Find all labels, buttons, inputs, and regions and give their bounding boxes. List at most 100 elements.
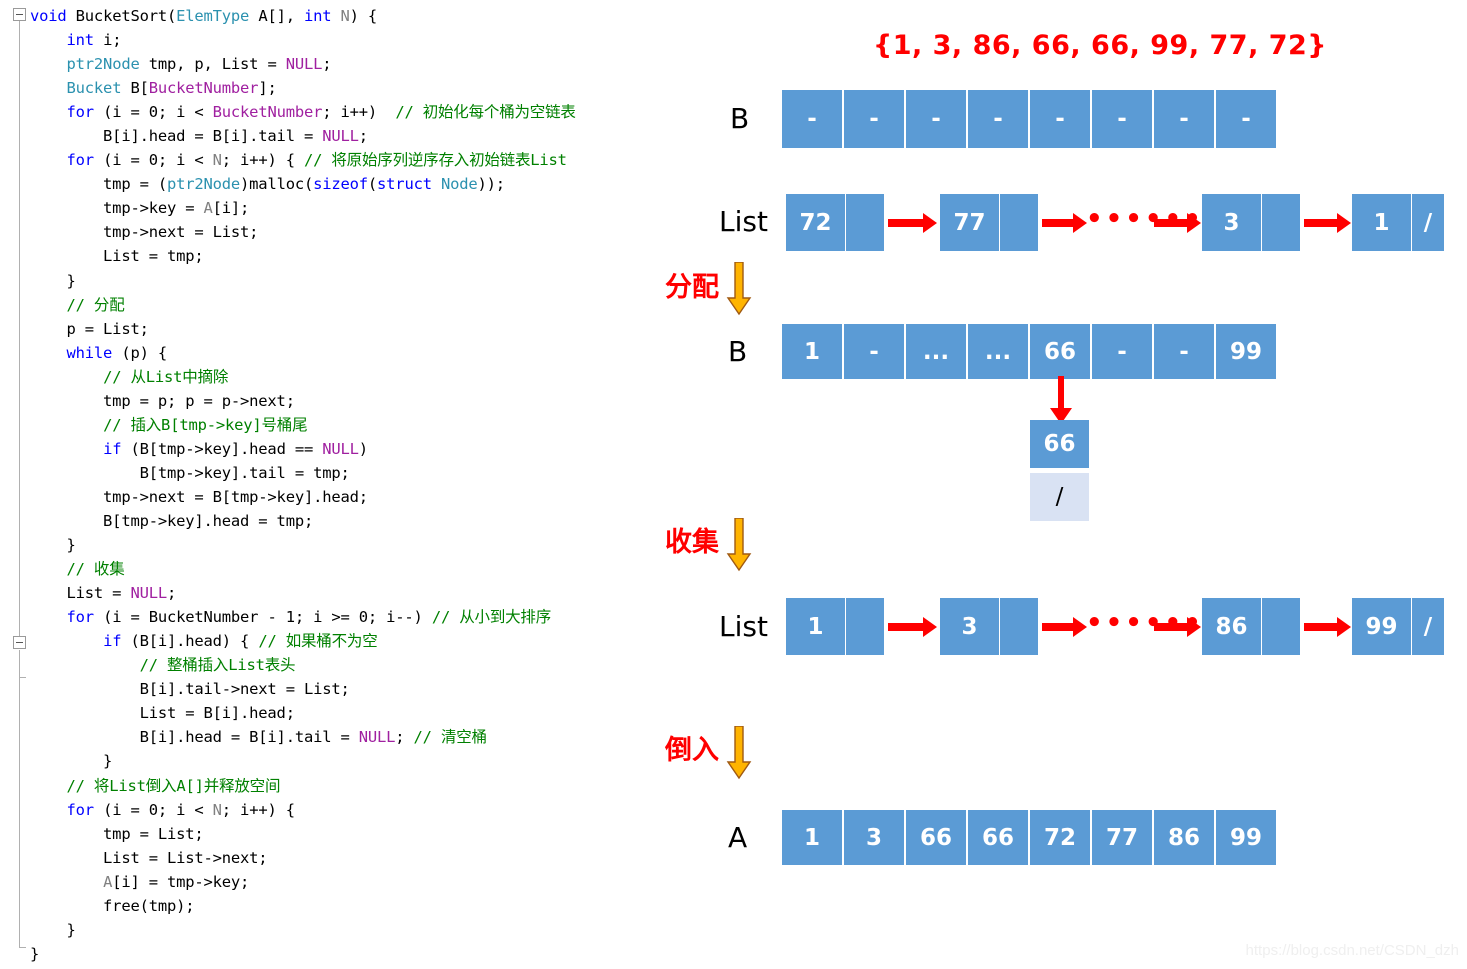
sorted-node-value-2: 86 xyxy=(1202,598,1261,655)
list-node-terminator: / xyxy=(1412,194,1444,251)
sorted-arrow-3 xyxy=(1304,617,1351,637)
code-line: free(tmp); xyxy=(30,896,195,915)
bucket-cell-3: - xyxy=(968,90,1028,148)
code-editor-pane: void BucketSort(ElemType A[], int N) { i… xyxy=(0,0,720,969)
bucket-row-initial-label: B xyxy=(730,102,750,135)
bucket-cell-0: - xyxy=(782,90,842,148)
code-line: List = tmp; xyxy=(30,247,204,266)
bucket-chain-node-value: 66 xyxy=(1030,420,1089,468)
code-line: B[tmp->key].head = tmp; xyxy=(30,511,314,530)
bucket-cell-1: - xyxy=(844,90,904,148)
code-line: B[i].head = B[i].tail = NULL; // 清空桶 xyxy=(30,728,487,747)
list-arrow-2 xyxy=(1154,213,1201,233)
fold-tick xyxy=(19,677,26,678)
code-line: } xyxy=(30,271,76,290)
bucket-cell-7: - xyxy=(1216,90,1276,148)
sorted-node-value-3: 99 xyxy=(1352,598,1411,655)
bucket-filled-cell-2: ... xyxy=(906,324,966,379)
bucket-cell-5: - xyxy=(1092,90,1152,148)
list-node-value-3: 1 xyxy=(1352,194,1411,251)
bucket-cell-6: - xyxy=(1154,90,1214,148)
code-line: ptr2Node tmp, p, List = NULL; xyxy=(66,55,332,74)
code-line: B[i].tail->next = List; xyxy=(30,680,350,699)
code-line: for (i = 0; i < N; i++) { xyxy=(66,800,296,819)
input-sequence-title: {1, 3, 86, 66, 66, 99, 77, 72} xyxy=(872,30,1328,61)
bucket-filled-cell-4: 66 xyxy=(1030,324,1090,379)
array-cell-6: 86 xyxy=(1154,810,1214,865)
fold-line-outer-lower xyxy=(19,650,20,948)
list-node-pointer-0 xyxy=(846,194,884,251)
array-cell-4: 72 xyxy=(1030,810,1090,865)
code-line: List = List->next; xyxy=(30,848,268,867)
code-line: } xyxy=(30,944,40,963)
code-line: // 将List倒入A[]并释放空间 xyxy=(66,776,281,795)
bucket-filled-cell-3: ... xyxy=(968,324,1028,379)
sorted-node-pointer-1 xyxy=(1000,598,1038,655)
list-arrow-1 xyxy=(1042,213,1087,233)
code-line: B[tmp->key].tail = tmp; xyxy=(30,463,350,482)
list-arrow-3 xyxy=(1304,213,1351,233)
sorted-node-value-1: 3 xyxy=(940,598,999,655)
code-line: tmp->next = B[tmp->key].head; xyxy=(30,487,368,506)
step-pour-arrow-icon xyxy=(726,726,752,780)
sorted-node-pointer-0 xyxy=(846,598,884,655)
code-line: tmp = List; xyxy=(30,824,204,843)
code-line: tmp->key = A[i]; xyxy=(30,199,250,218)
list-node-value-2: 3 xyxy=(1202,194,1261,251)
array-cell-7: 99 xyxy=(1216,810,1276,865)
code-line: void BucketSort(ElemType A[], int N) { xyxy=(30,7,378,25)
code-line: Bucket B[BucketNumber]; xyxy=(66,79,277,98)
step-collect-arrow-icon xyxy=(726,518,752,572)
code-line: for (i = 0; i < N; i++) { // 将原始序列逆序存入初始… xyxy=(66,151,567,170)
fold-toggle-function[interactable] xyxy=(13,8,26,21)
sorted-node-terminator: / xyxy=(1412,598,1444,655)
array-cell-5: 77 xyxy=(1092,810,1152,865)
code-line: List = NULL; xyxy=(30,584,177,603)
code-line: // 整桶插入List表头 xyxy=(139,656,296,675)
list-node-pointer-1 xyxy=(1000,194,1038,251)
code-line: tmp = (ptr2Node)malloc(sizeof(struct Nod… xyxy=(30,175,505,194)
array-cell-1: 3 xyxy=(844,810,904,865)
bucket-filled-cell-0: 1 xyxy=(782,324,842,379)
bucket-filled-cell-7: 99 xyxy=(1216,324,1276,379)
code-line: // 插入B[tmp->key]号桶尾 xyxy=(103,415,308,434)
bucket-sort-diagram: {1, 3, 86, 66, 66, 99, 77, 72} B -------… xyxy=(665,0,1467,969)
array-cell-2: 66 xyxy=(906,810,966,865)
sorted-node-value-0: 1 xyxy=(786,598,845,655)
sorted-arrow-1 xyxy=(1042,617,1087,637)
code-line: if (B[tmp->key].head == NULL) xyxy=(103,439,368,458)
code-line: A[i] = tmp->key; xyxy=(103,872,250,891)
code-line: tmp->next = List; xyxy=(30,223,259,242)
code-line: } xyxy=(30,920,76,939)
code-line: // 分配 xyxy=(66,295,125,314)
sorted-arrow-2 xyxy=(1154,617,1201,637)
fold-toggle-if-block[interactable] xyxy=(13,636,26,649)
list-arrow-0 xyxy=(888,213,937,233)
array-row-final-label: A xyxy=(728,821,748,854)
list-node-value-1: 77 xyxy=(940,194,999,251)
code-line: } xyxy=(30,752,113,771)
bucket-row-filled-label: B xyxy=(728,335,748,368)
bucket-chain-arrow-icon xyxy=(1050,376,1072,424)
code-line: // 从List中摘除 xyxy=(103,367,229,386)
list-row-initial-label: List xyxy=(719,205,768,238)
bucket-filled-cell-5: - xyxy=(1092,324,1152,379)
code-fold-gutter[interactable] xyxy=(0,0,30,969)
step-collect-label: 收集 xyxy=(665,527,719,558)
step-distribute-label: 分配 xyxy=(665,272,719,303)
code-line: if (B[i].head) { // 如果桶不为空 xyxy=(103,632,378,651)
bucket-cell-2: - xyxy=(906,90,966,148)
step-pour-label: 倒入 xyxy=(665,735,719,766)
sorted-node-pointer-2 xyxy=(1262,598,1300,655)
code-line: } xyxy=(30,536,76,555)
bucket-cell-4: - xyxy=(1030,90,1090,148)
source-code-listing[interactable]: void BucketSort(ElemType A[], int N) { i… xyxy=(30,4,720,966)
sorted-arrow-0 xyxy=(888,617,937,637)
code-line: p = List; xyxy=(30,319,149,338)
fold-tick-end xyxy=(19,947,26,948)
code-line: for (i = 0; i < BucketNumber; i++) // 初始… xyxy=(66,103,576,122)
step-distribute-arrow-icon xyxy=(726,262,752,316)
bucket-filled-cell-1: - xyxy=(844,324,904,379)
bucket-filled-cell-6: - xyxy=(1154,324,1214,379)
code-line: int i; xyxy=(66,31,122,50)
